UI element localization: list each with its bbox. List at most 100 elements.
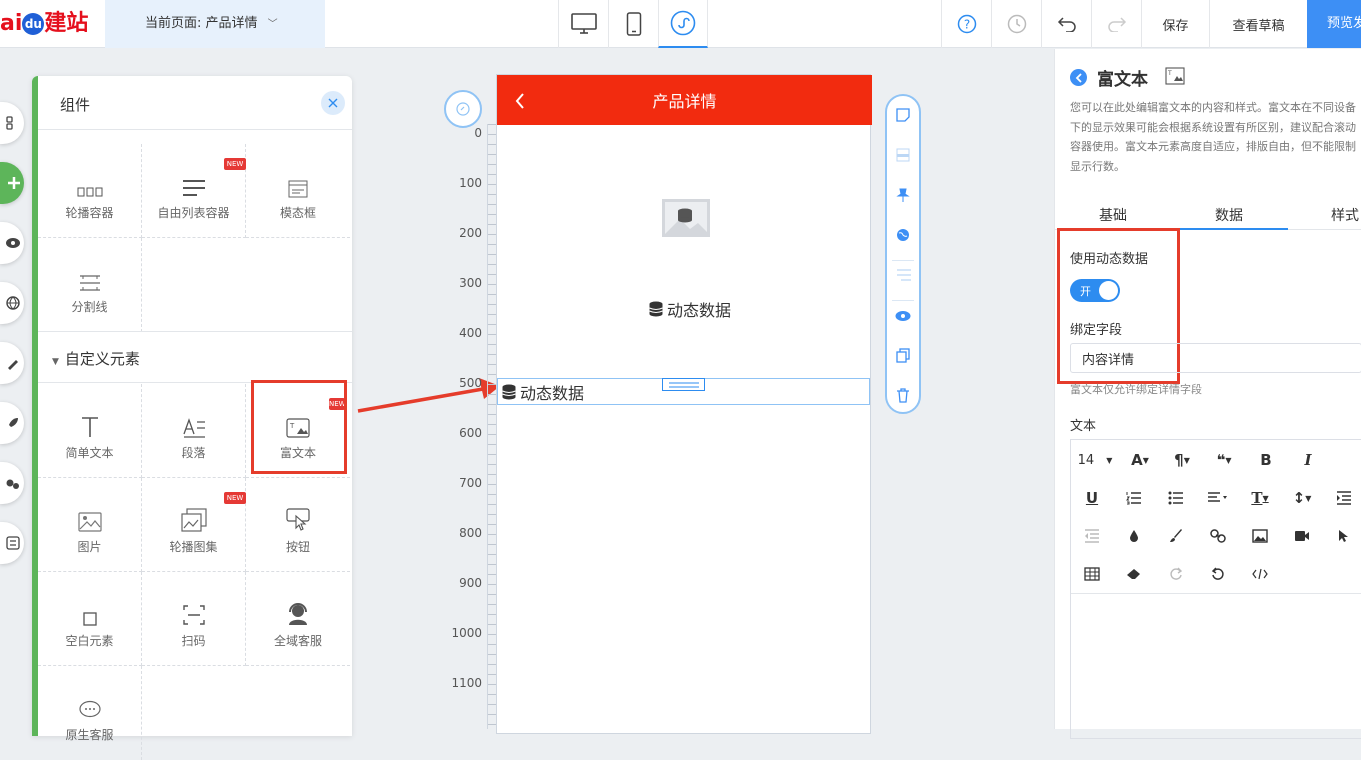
delete-button[interactable] — [896, 388, 910, 403]
ruler-label: 700 — [459, 476, 482, 490]
pin-button[interactable] — [896, 188, 910, 202]
component-modal[interactable]: 模态框 — [246, 144, 350, 238]
component-divider[interactable]: 分割线 — [38, 238, 142, 332]
zoom-button[interactable] — [444, 90, 482, 128]
bind-field-select[interactable]: 内容详情 — [1070, 343, 1361, 373]
ruler-label: 1000 — [451, 626, 482, 640]
align-left-icon — [1208, 492, 1227, 502]
section-divider — [38, 331, 352, 332]
plus-icon — [8, 177, 20, 189]
ruler-label: 200 — [459, 226, 482, 240]
component-scan-code[interactable]: 扫码 — [142, 572, 246, 666]
view-draft-button[interactable]: 查看草稿 — [1209, 0, 1307, 48]
select-button[interactable] — [1323, 529, 1361, 543]
text-style-button[interactable]: T ▼ — [1239, 489, 1281, 507]
current-page-dropdown[interactable]: 当前页面: 产品详情 ﹀ — [105, 0, 325, 48]
close-panel-button[interactable] — [321, 91, 345, 115]
editor-undo-button[interactable] — [1197, 567, 1239, 581]
toggle-state-label: 开 — [1080, 285, 1091, 298]
italic-button[interactable]: I — [1287, 451, 1329, 469]
baidu-jianzhan-logo[interactable]: ai du 建站 — [0, 6, 100, 42]
preview-publish-button[interactable]: 预览发布 — [1307, 0, 1361, 48]
rail-launch-button[interactable] — [0, 402, 24, 444]
rich-text-type-icon: T — [1165, 67, 1185, 85]
text-align-button[interactable] — [1197, 492, 1239, 504]
mobile-view-button[interactable] — [608, 0, 658, 48]
paint-brush-icon — [1170, 529, 1182, 542]
rail-link-button[interactable] — [0, 462, 24, 504]
bold-button[interactable]: B — [1245, 451, 1287, 469]
text-color-button[interactable] — [1113, 529, 1155, 543]
insert-table-button[interactable] — [1071, 567, 1113, 581]
component-global-service[interactable]: 全域客服 — [246, 572, 350, 666]
desktop-view-button[interactable] — [558, 0, 608, 48]
insert-image-button[interactable] — [1239, 529, 1281, 543]
save-button[interactable]: 保存 — [1141, 0, 1209, 48]
component-carousel-container[interactable]: 轮播容器 — [38, 144, 142, 238]
component-simple-text[interactable]: 简单文本 — [38, 384, 142, 478]
note-icon — [896, 108, 910, 122]
component-blank[interactable]: 空白元素 — [38, 572, 142, 666]
paragraph-format-button[interactable]: ¶ ▼ — [1161, 451, 1203, 469]
insert-link-button[interactable] — [1197, 529, 1239, 543]
bullet-list-button[interactable] — [1155, 491, 1197, 505]
bind-field-label: 绑定字段 — [1070, 323, 1123, 338]
global-button[interactable] — [896, 228, 910, 242]
quote-button[interactable]: ❝ ▼ — [1203, 451, 1245, 469]
mini-program-view-button[interactable] — [658, 0, 708, 48]
rich-text-highlight-box — [251, 380, 347, 474]
help-button[interactable]: ? — [941, 0, 991, 48]
rail-global-button[interactable] — [0, 282, 24, 324]
tab-basic[interactable]: 基础 — [1099, 205, 1127, 225]
ordered-list-button[interactable] — [1113, 491, 1155, 505]
rail-settings-button[interactable] — [0, 522, 24, 564]
rail-layout-button[interactable] — [0, 102, 24, 144]
component-button[interactable]: 按钮 — [246, 478, 350, 572]
insert-video-button[interactable] — [1281, 530, 1323, 542]
rail-add-component-button[interactable] — [0, 162, 24, 204]
sliders-icon — [6, 536, 20, 550]
tab-style[interactable]: 样式 — [1331, 205, 1359, 225]
modal-icon — [288, 180, 308, 198]
globe-icon — [897, 229, 909, 241]
table-icon — [1084, 567, 1100, 581]
copy-button[interactable] — [896, 348, 910, 363]
rail-style-button[interactable] — [0, 342, 24, 384]
editor-redo-button[interactable] — [1155, 567, 1197, 581]
section-custom-elements[interactable]: ▼ 自定义元素 — [52, 348, 140, 369]
component-paragraph[interactable]: 段落 — [142, 384, 246, 478]
phone-canvas[interactable]: 产品详情 动态数据 动态数据 — [496, 74, 872, 734]
visibility-button[interactable] — [895, 310, 911, 322]
background-color-button[interactable] — [1155, 529, 1197, 543]
clear-format-button[interactable] — [1113, 568, 1155, 580]
history-button[interactable] — [991, 0, 1041, 48]
underline-button[interactable]: U — [1071, 489, 1113, 507]
dynamic-data-placeholder[interactable]: 动态数据 — [649, 297, 731, 321]
tab-data[interactable]: 数据 — [1215, 205, 1243, 225]
undo-button[interactable] — [1041, 0, 1091, 48]
ruler-label: 0 — [474, 126, 482, 140]
component-native-service[interactable]: 原生客服 — [38, 666, 142, 760]
component-image[interactable]: 图片 — [38, 478, 142, 572]
dynamic-data-toggle[interactable]: 开 — [1070, 279, 1120, 302]
chevron-left-icon — [1075, 72, 1082, 83]
indent-button[interactable] — [1323, 491, 1361, 505]
drag-handle[interactable] — [662, 378, 705, 391]
layer-button[interactable] — [896, 148, 910, 162]
current-page-label: 当前页面: 产品详情 — [145, 16, 258, 31]
ruler-label: 400 — [459, 326, 482, 340]
rail-preview-button[interactable] — [0, 222, 24, 264]
panel-divider — [38, 129, 352, 130]
font-color-button[interactable]: A ▼ — [1119, 451, 1161, 469]
image-placeholder[interactable] — [662, 199, 710, 237]
font-size-select[interactable]: 14 ▼ — [1071, 453, 1119, 468]
new-badge: NEW — [224, 492, 246, 504]
redo-button[interactable] — [1091, 0, 1141, 48]
line-height-button[interactable]: ↕ ▼ — [1281, 489, 1323, 507]
source-code-button[interactable] — [1239, 568, 1281, 580]
ruler-label: 1100 — [451, 676, 482, 690]
outdent-button[interactable] — [1071, 529, 1113, 543]
align-button[interactable] — [896, 268, 912, 282]
back-button[interactable] — [1070, 69, 1087, 86]
note-button[interactable] — [896, 108, 910, 122]
